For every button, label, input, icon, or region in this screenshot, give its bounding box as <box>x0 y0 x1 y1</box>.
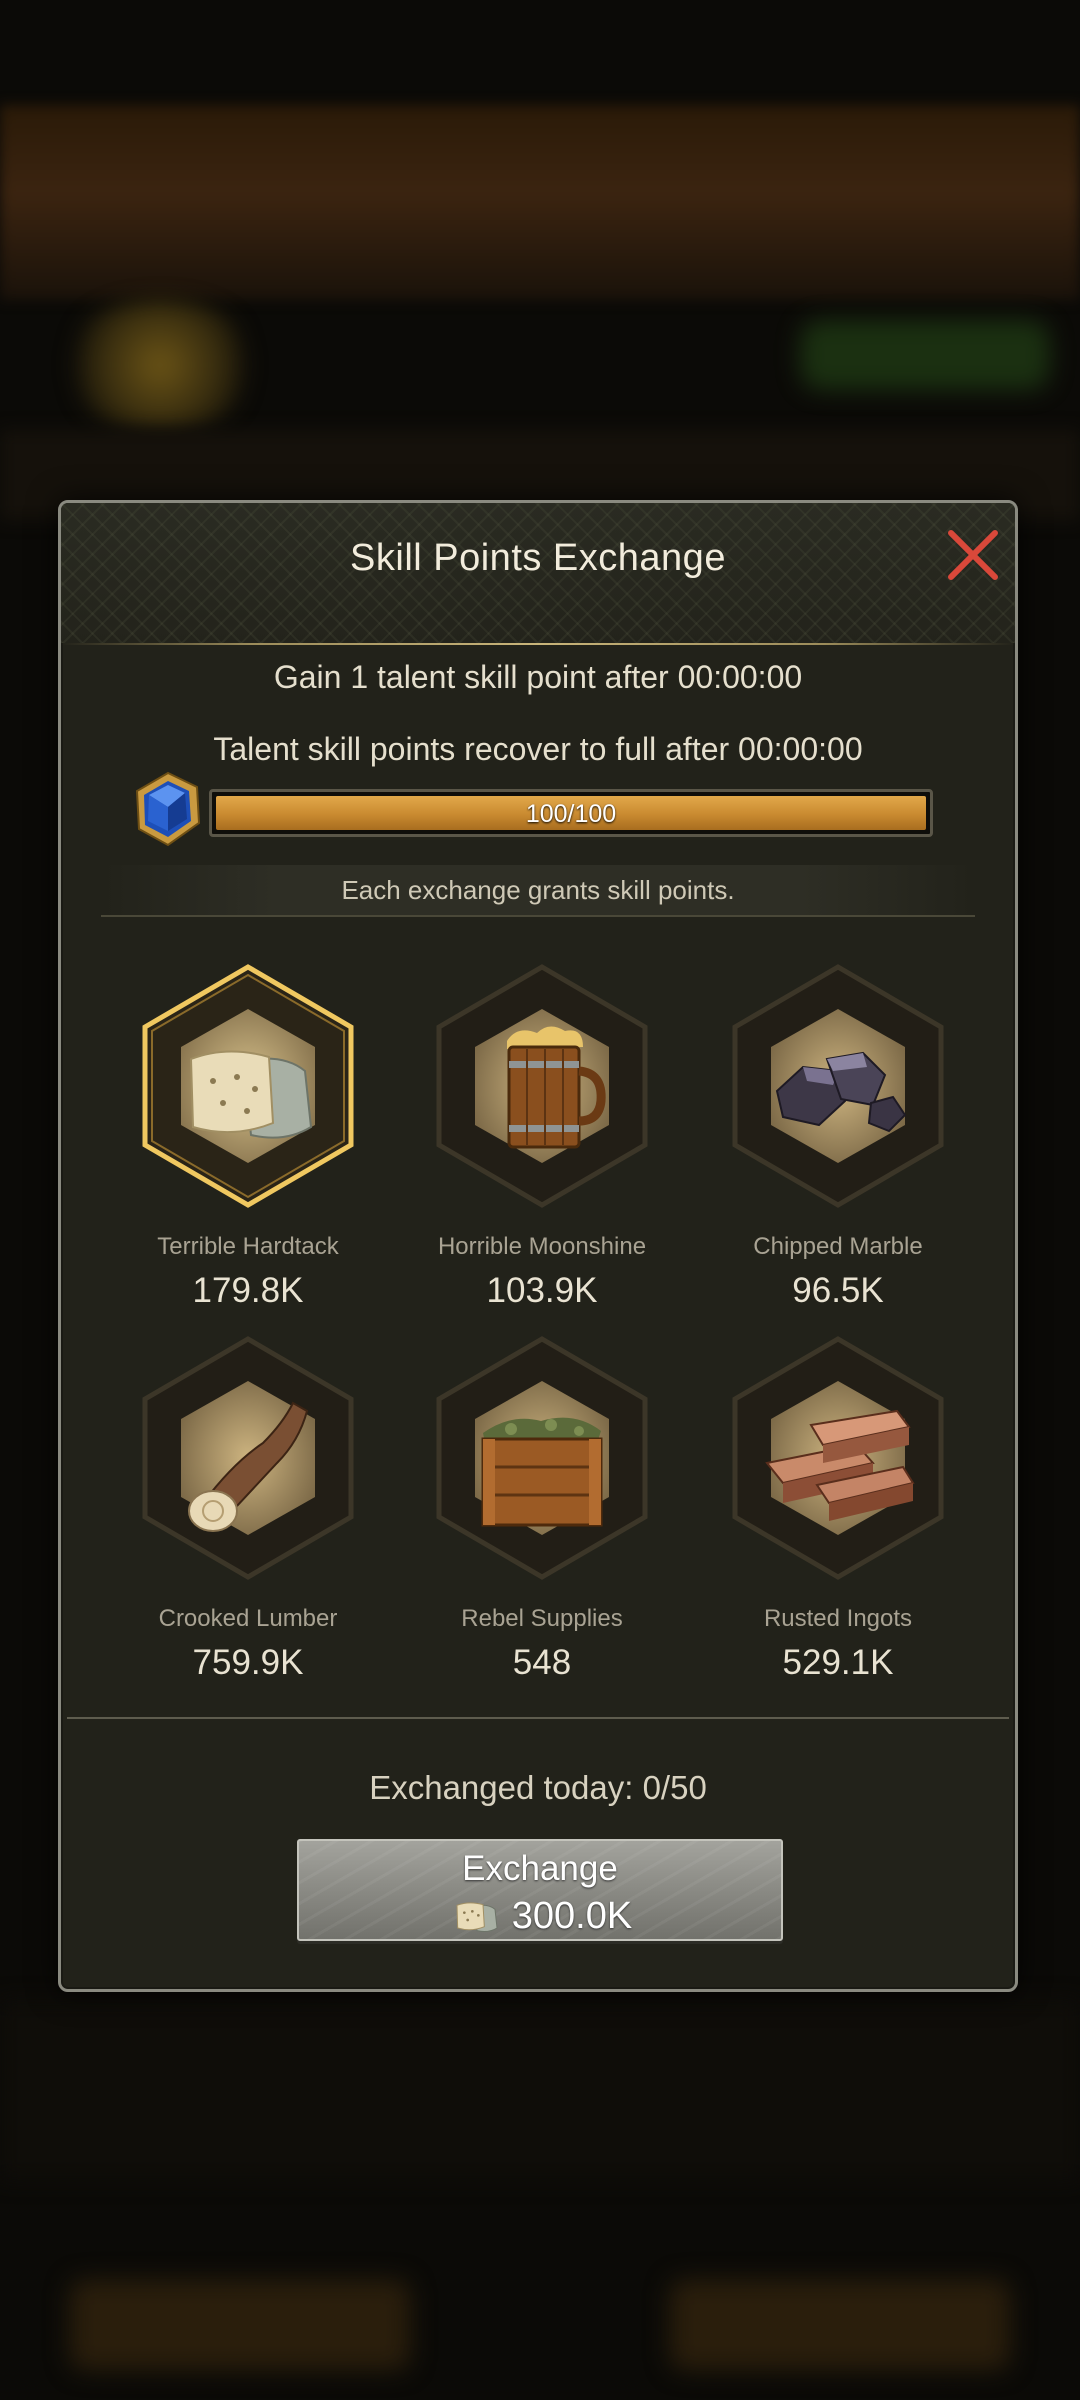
dialog-title: Skill Points Exchange <box>350 537 726 579</box>
gain-point-timer: Gain 1 talent skill point after 00:00:00 <box>273 659 803 695</box>
exchanged-today-counter: Exchanged today: 0/50 <box>369 1769 707 1806</box>
skill-gem-icon <box>135 771 201 847</box>
item-name: Chipped Marble <box>753 1233 923 1260</box>
header-divider <box>61 643 1015 645</box>
item-name: Crooked Lumber <box>158 1605 338 1632</box>
item-count: 529.1K <box>782 1643 894 1682</box>
item-count: 759.9K <box>192 1643 304 1682</box>
hardtack-icon <box>189 1050 313 1139</box>
item-chipped-marble[interactable]: Chipped Marble 96.5K <box>713 961 963 1310</box>
close-button[interactable] <box>943 525 1003 585</box>
item-name: Rusted Ingots <box>763 1605 913 1632</box>
skill-points-exchange-dialog: Skill Points Exchange Gain 1 talent skil… <box>58 500 1018 1992</box>
item-horrible-moonshine[interactable]: Horrible Moonshine 103.9K <box>417 961 667 1310</box>
item-terrible-hardtack[interactable]: Terrible Hardtack 179.8K <box>123 961 373 1310</box>
progress-label: 100/100 <box>525 800 617 828</box>
exchange-button-label: Exchange <box>462 1849 618 1888</box>
skill-points-progress-bar: 100/100 <box>209 789 933 837</box>
item-rebel-supplies[interactable]: Rebel Supplies 548 <box>417 1333 667 1682</box>
copper-ingots-icon <box>765 1409 915 1521</box>
item-crooked-lumber[interactable]: Crooked Lumber 759.9K <box>123 1333 373 1682</box>
item-count: 103.9K <box>486 1271 598 1310</box>
lumber-log-icon <box>188 1401 309 1532</box>
exchange-notice-banner: Each exchange grants skill points. <box>101 865 975 917</box>
item-name: Rebel Supplies <box>461 1605 623 1632</box>
supply-crate-icon <box>481 1417 603 1527</box>
recover-full-timer: Talent skill points recover to full afte… <box>213 731 863 767</box>
exchange-cost: 300.0K <box>299 1895 781 1938</box>
hardtack-icon <box>456 1902 498 1933</box>
item-count: 179.8K <box>192 1271 304 1310</box>
section-divider <box>67 1717 1009 1719</box>
item-name: Terrible Hardtack <box>157 1233 339 1260</box>
moonshine-mug-icon <box>507 1026 606 1149</box>
item-name: Horrible Moonshine <box>437 1233 647 1260</box>
exchange-notice-text: Each exchange grants skill points. <box>341 875 735 905</box>
close-icon <box>948 530 998 580</box>
exchange-button[interactable]: Exchange 300.0K <box>297 1839 783 1941</box>
marble-rocks-icon <box>775 1051 907 1133</box>
item-rusted-ingots[interactable]: Rusted Ingots 529.1K <box>713 1333 963 1682</box>
exchange-cost-value: 300.0K <box>511 1895 633 1937</box>
item-count: 548 <box>512 1643 572 1682</box>
item-count: 96.5K <box>792 1271 884 1310</box>
